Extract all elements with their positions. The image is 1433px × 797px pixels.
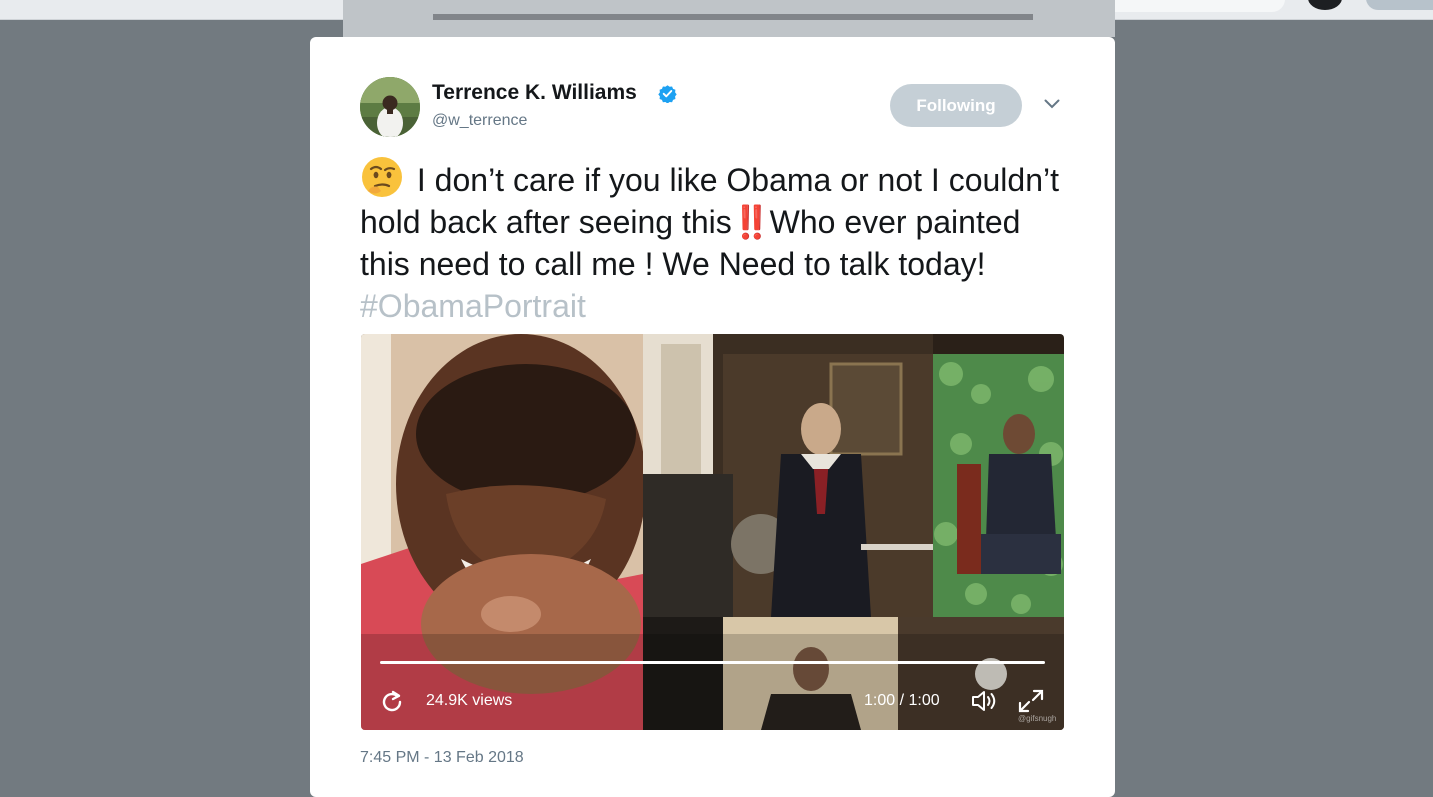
background-avatar — [1308, 0, 1342, 10]
volume-icon[interactable] — [970, 687, 1000, 715]
video-player[interactable]: 24.9K views 1:00 / 1:00 @gifsnugh — [361, 334, 1064, 730]
video-progress-bar[interactable] — [380, 661, 1045, 664]
tweet-modal: Terrence K. Williams @w_terrence Followi… — [310, 37, 1115, 797]
background-button — [1366, 0, 1433, 10]
background-tweet-strip — [343, 0, 1115, 37]
fullscreen-icon[interactable] — [1016, 687, 1046, 715]
author-name[interactable]: Terrence K. Williams — [432, 81, 637, 105]
tweet-text: I don’t care if you like Obama or not I … — [360, 155, 1060, 327]
author-avatar-image — [360, 77, 420, 137]
video-watermark: @gifsnugh — [1018, 714, 1057, 723]
thinking-face-emoji-icon — [362, 157, 402, 197]
double-exclamation-emoji: ‼️ — [731, 204, 772, 240]
author-handle[interactable]: @w_terrence — [432, 112, 527, 130]
replay-icon[interactable] — [378, 688, 406, 716]
following-button[interactable]: Following — [890, 84, 1022, 127]
author-avatar[interactable] — [360, 77, 420, 137]
tweet-timestamp[interactable]: 7:45 PM - 13 Feb 2018 — [360, 749, 524, 767]
video-view-count: 24.9K views — [426, 692, 513, 709]
verified-badge-icon — [658, 85, 677, 103]
hashtag-link[interactable]: #ObamaPortrait — [360, 288, 586, 324]
chevron-down-icon[interactable] — [1044, 99, 1060, 109]
video-frame — [361, 334, 1064, 730]
video-time: 1:00 / 1:00 — [864, 692, 940, 709]
